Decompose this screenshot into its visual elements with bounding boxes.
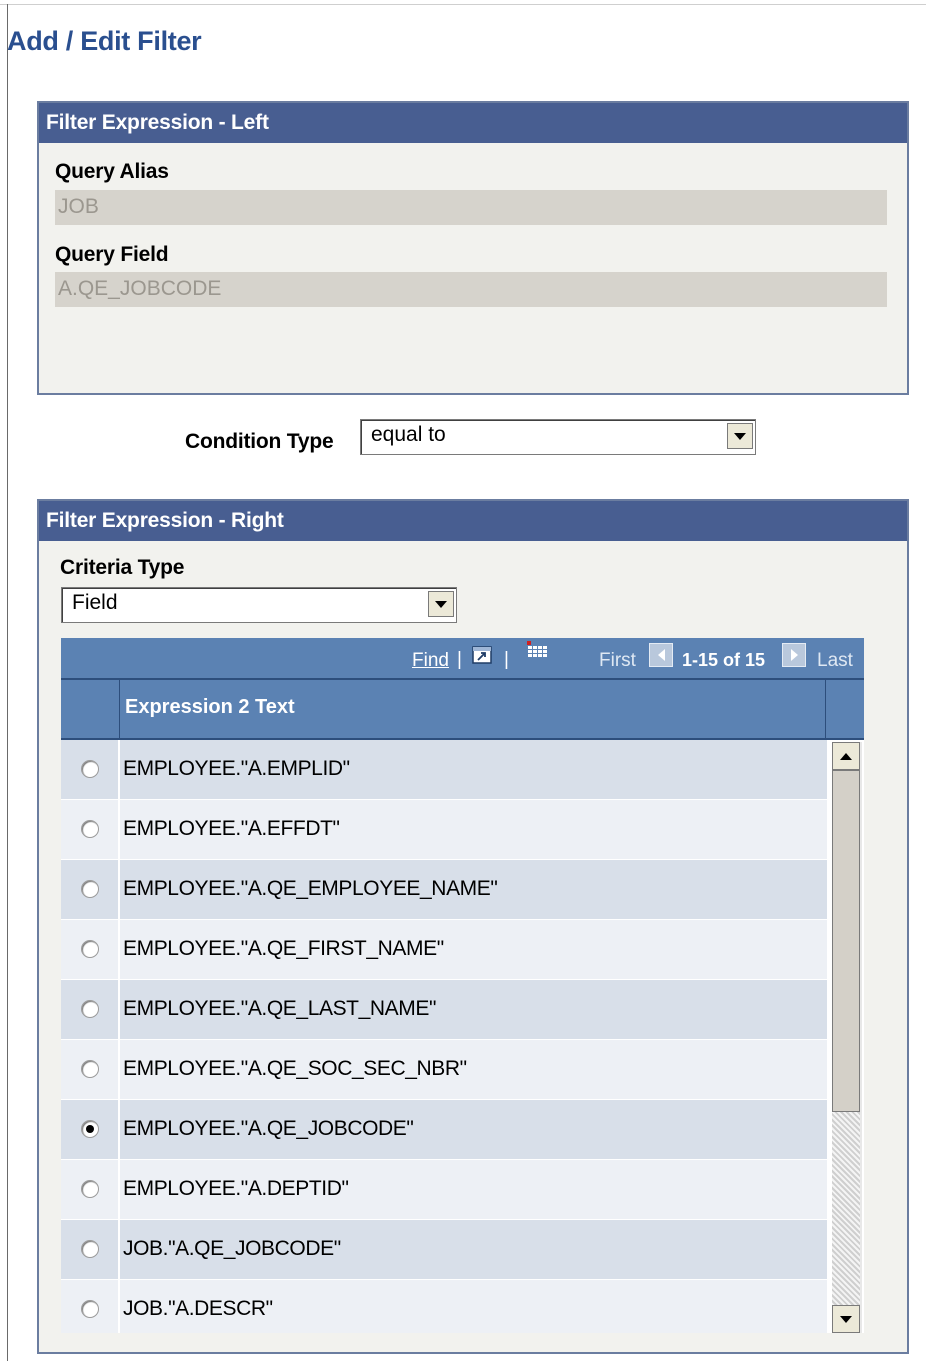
scroll-up-arrow-icon[interactable] — [832, 742, 860, 770]
next-arrow-icon — [782, 643, 806, 667]
table-row[interactable]: EMPLOYEE."A.QE_SOC_SEC_NBR" — [61, 1040, 827, 1100]
criteria-type-label: Criteria Type — [60, 556, 185, 579]
table-row[interactable]: EMPLOYEE."A.EFFDT" — [61, 800, 827, 860]
chevron-down-icon[interactable] — [428, 591, 454, 617]
row-radio[interactable] — [81, 880, 99, 898]
expression-grid: Find | | First 1-15 of 15 Last Expressio… — [61, 638, 864, 1333]
radio-cell — [61, 740, 120, 799]
table-row[interactable]: JOB."A.QE_JOBCODE" — [61, 1220, 827, 1280]
table-row[interactable]: EMPLOYEE."A.DEPTID" — [61, 1160, 827, 1220]
grid-rows: EMPLOYEE."A.EMPLID" EMPLOYEE."A.EFFDT" E… — [61, 740, 827, 1333]
row-expression-text: EMPLOYEE."A.QE_FIRST_NAME" — [123, 937, 444, 960]
page-left-border — [7, 4, 8, 1361]
table-row[interactable]: EMPLOYEE."A.QE_JOBCODE" — [61, 1100, 827, 1160]
query-alias-label: Query Alias — [55, 160, 169, 183]
criteria-type-value: Field — [72, 591, 118, 614]
table-row[interactable]: EMPLOYEE."A.QE_FIRST_NAME" — [61, 920, 827, 980]
query-alias-field: JOB — [55, 190, 887, 225]
last-link: Last — [817, 650, 853, 671]
radio-cell — [61, 1280, 120, 1333]
row-expression-text: EMPLOYEE."A.QE_EMPLOYEE_NAME" — [123, 877, 498, 900]
row-radio[interactable] — [81, 1000, 99, 1018]
row-count: 1-15 of 15 — [682, 650, 766, 670]
radio-column-header — [61, 680, 120, 738]
row-radio[interactable] — [81, 1180, 99, 1198]
grid-column-header: Expression 2 Text — [61, 678, 864, 740]
condition-type-select[interactable]: equal to — [360, 419, 756, 455]
zoom-icon[interactable] — [470, 644, 494, 668]
page-title: Add / Edit Filter — [7, 26, 202, 56]
first-link: First — [599, 650, 636, 671]
query-field-label: Query Field — [55, 243, 169, 266]
filter-expression-left-group: Filter Expression - Left Query Alias JOB… — [37, 101, 909, 395]
scrollbar-thumb[interactable] — [832, 770, 860, 1112]
row-radio[interactable] — [81, 820, 99, 838]
radio-cell — [61, 980, 120, 1039]
chevron-down-icon[interactable] — [727, 423, 753, 449]
table-row[interactable]: EMPLOYEE."A.QE_LAST_NAME" — [61, 980, 827, 1040]
radio-cell — [61, 800, 120, 859]
filter-expression-right-header: Filter Expression - Right — [39, 501, 907, 541]
row-expression-text: JOB."A.DESCR" — [123, 1297, 273, 1320]
radio-cell — [61, 920, 120, 979]
row-expression-text: EMPLOYEE."A.EFFDT" — [123, 817, 340, 840]
row-radio[interactable] — [81, 1240, 99, 1258]
nav-separator: | — [504, 649, 509, 670]
grid-vertical-scrollbar[interactable] — [832, 742, 862, 1333]
grid-navigation-bar: Find | | First 1-15 of 15 Last — [61, 638, 864, 678]
row-expression-text: EMPLOYEE."A.QE_LAST_NAME" — [123, 997, 437, 1020]
table-row[interactable]: EMPLOYEE."A.QE_EMPLOYEE_NAME" — [61, 860, 827, 920]
radio-cell — [61, 860, 120, 919]
row-expression-text: EMPLOYEE."A.QE_JOBCODE" — [123, 1117, 414, 1140]
column-divider — [825, 680, 826, 738]
criteria-type-select[interactable]: Field — [61, 587, 457, 623]
row-radio[interactable] — [81, 940, 99, 958]
radio-cell — [61, 1220, 120, 1279]
radio-cell — [61, 1100, 120, 1159]
filter-expression-right-group: Filter Expression - Right Criteria Type … — [37, 499, 909, 1354]
spreadsheet-icon[interactable] — [525, 640, 549, 664]
row-radio[interactable] — [81, 1120, 99, 1138]
row-radio[interactable] — [81, 760, 99, 778]
radio-cell — [61, 1160, 120, 1219]
row-expression-text: EMPLOYEE."A.DEPTID" — [123, 1177, 349, 1200]
nav-separator: | — [457, 649, 462, 670]
filter-expression-left-header: Filter Expression - Left — [39, 103, 907, 143]
query-field-field: A.QE_JOBCODE — [55, 272, 887, 307]
find-link[interactable]: Find — [412, 650, 449, 672]
row-expression-text: EMPLOYEE."A.QE_SOC_SEC_NBR" — [123, 1057, 467, 1080]
condition-type-label: Condition Type — [185, 430, 334, 453]
row-radio[interactable] — [81, 1060, 99, 1078]
row-expression-text: EMPLOYEE."A.EMPLID" — [123, 757, 350, 780]
radio-cell — [61, 1040, 120, 1099]
condition-type-value: equal to — [371, 423, 446, 446]
scroll-down-arrow-icon[interactable] — [832, 1305, 860, 1333]
page-top-border — [0, 4, 926, 5]
table-row[interactable]: EMPLOYEE."A.EMPLID" — [61, 740, 827, 800]
scrollbar-track[interactable] — [832, 1112, 860, 1305]
row-expression-text: JOB."A.QE_JOBCODE" — [123, 1237, 341, 1260]
previous-arrow-icon — [649, 643, 673, 667]
row-radio[interactable] — [81, 1300, 99, 1318]
table-row[interactable]: JOB."A.DESCR" — [61, 1280, 827, 1333]
expression-2-text-header: Expression 2 Text — [125, 696, 295, 718]
